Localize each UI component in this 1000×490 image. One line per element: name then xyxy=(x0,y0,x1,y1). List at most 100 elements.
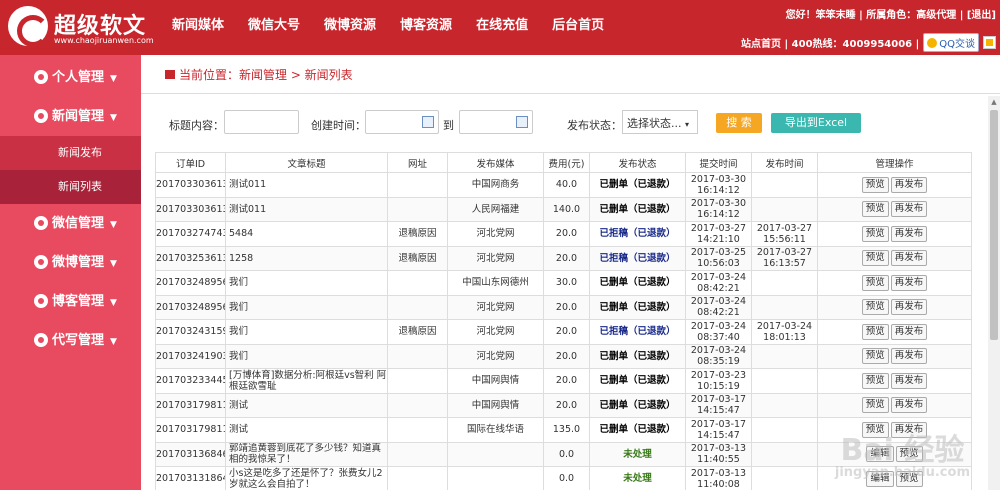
apps-icon[interactable] xyxy=(983,36,996,49)
cell-url[interactable] xyxy=(387,417,448,443)
export-excel-button[interactable]: 导出到Excel xyxy=(771,113,861,133)
cell-status: 已拒稿（已退款） xyxy=(589,245,686,271)
sidebar-item-news[interactable]: 新闻管理 ▼ xyxy=(0,97,141,136)
time-filter-label: 创建时间： xyxy=(311,119,366,132)
cell-submit-time: 2017-03-25 10:56:03 xyxy=(685,245,752,271)
preview-button[interactable]: 预览 xyxy=(861,225,889,242)
calendar-icon[interactable] xyxy=(516,116,528,128)
cell-title: 我们 xyxy=(225,343,388,369)
cell-url[interactable] xyxy=(387,466,448,490)
cell-title: 5484 xyxy=(225,221,388,247)
sidebar-item-weibo[interactable]: 微博管理 ▼ xyxy=(0,243,141,282)
col-header-submit-time[interactable]: 提交时间 xyxy=(685,152,752,173)
caret-down-icon: ▼ xyxy=(110,259,117,269)
scroll-thumb[interactable] xyxy=(990,110,998,340)
sidebar-sub-news-list[interactable]: 新闻列表 xyxy=(0,170,141,204)
search-button[interactable]: 搜 索 xyxy=(716,113,762,133)
calendar-icon[interactable] xyxy=(422,116,434,128)
scroll-up-icon[interactable]: ▲ xyxy=(988,96,1000,108)
caret-down-icon: ▼ xyxy=(110,337,117,347)
sidebar-item-ghostwrite[interactable]: 代写管理 ▼ xyxy=(0,321,141,360)
republish-button[interactable]: 再发布 xyxy=(890,176,928,193)
brand-logo[interactable]: 超级软文 www.chaojiruanwen.com xyxy=(8,6,154,50)
sidebar-item-personal[interactable]: 个人管理 ▼ xyxy=(0,58,141,97)
cell-order-id: 2017031318648 xyxy=(155,466,226,490)
table-row: 2017032489564我们 中国山东网德州30.0 已删单（已退款） 2017-0… xyxy=(155,270,972,296)
cell-url[interactable] xyxy=(387,343,448,369)
start-date-input[interactable] xyxy=(365,110,439,134)
cell-url[interactable]: 退稿原因 xyxy=(387,245,448,271)
preview-button[interactable]: 预览 xyxy=(861,397,889,414)
nav-item-weibo[interactable]: 微博资源 xyxy=(312,0,388,55)
cell-order-id: 2017032334452 xyxy=(155,368,226,394)
cell-media: 河北党网 xyxy=(447,294,544,320)
preview-button[interactable]: 预览 xyxy=(861,323,889,340)
preview-button[interactable]: 预览 xyxy=(861,348,889,365)
header-links[interactable]: 站点首页 | 400热线：4009954006 | xyxy=(741,35,919,50)
republish-button[interactable]: 再发布 xyxy=(890,348,928,365)
status-select[interactable]: 选择状态... ▾ xyxy=(622,110,698,134)
nav-item-admin-home[interactable]: 后台首页 xyxy=(540,0,616,55)
col-header-fee[interactable]: 费用(元) xyxy=(543,152,590,173)
cell-actions: 预览 再发布 xyxy=(817,221,972,247)
republish-button[interactable]: 再发布 xyxy=(890,323,928,340)
cell-fee: 0.0 xyxy=(543,441,590,467)
vertical-scrollbar[interactable]: ▲ xyxy=(988,96,1000,490)
caret-down-icon: ▼ xyxy=(110,220,117,230)
col-header-url[interactable]: 网址 xyxy=(387,152,448,173)
table-header-row: 订单ID 文章标题 网址 发布媒体 费用(元) 发布状态 提交时间 发布时间 管… xyxy=(155,152,972,173)
preview-button[interactable]: 预览 xyxy=(861,372,889,389)
sidebar-sub-news-publish[interactable]: 新闻发布 xyxy=(0,136,141,170)
republish-button[interactable]: 再发布 xyxy=(890,372,928,389)
cell-title: 我们 xyxy=(225,319,388,345)
republish-button[interactable]: 再发布 xyxy=(890,299,928,316)
cell-order-id: 2017032489564 xyxy=(155,270,226,296)
title-filter-input[interactable] xyxy=(224,110,299,134)
nav-item-recharge[interactable]: 在线充值 xyxy=(464,0,540,55)
end-date-input[interactable] xyxy=(459,110,533,134)
cell-actions: 预览 再发布 xyxy=(817,245,972,271)
nav-item-wechat[interactable]: 微信大号 xyxy=(236,0,312,55)
cell-url[interactable]: 退稿原因 xyxy=(387,221,448,247)
sidebar-item-blog[interactable]: 博客管理 ▼ xyxy=(0,282,141,321)
cell-fee: 20.0 xyxy=(543,319,590,345)
qq-chat-button[interactable]: QQ交谈 xyxy=(923,33,979,52)
cell-url[interactable] xyxy=(387,294,448,320)
status-badge: 已拒稿（已退款） xyxy=(599,252,676,264)
cell-url[interactable] xyxy=(387,270,448,296)
col-header-media[interactable]: 发布媒体 xyxy=(447,152,544,173)
cell-url[interactable] xyxy=(387,368,448,394)
nav-item-blog[interactable]: 博客资源 xyxy=(388,0,464,55)
user-greeting[interactable]: 您好！笨笨末睡 | 所属角色：高级代理 | [退出] xyxy=(741,6,996,21)
col-header-publish-time[interactable]: 发布时间 xyxy=(751,152,818,173)
republish-button[interactable]: 再发布 xyxy=(890,225,928,242)
table-row: 20170327474365484退稿原因河北党网20.0 已拒稿（已退款） 201… xyxy=(155,221,972,247)
sidebar-item-wechat[interactable]: 微信管理 ▼ xyxy=(0,204,141,243)
col-header-title[interactable]: 文章标题 xyxy=(225,152,388,173)
preview-button[interactable]: 预览 xyxy=(861,176,889,193)
preview-button[interactable]: 预览 xyxy=(861,201,889,218)
col-header-actions[interactable]: 管理操作 xyxy=(817,152,972,173)
table-row: 2017032334452[万博体育]数据分析:阿根廷vs智利 阿根廷欲雪耻 中国… xyxy=(155,368,972,394)
republish-button[interactable]: 再发布 xyxy=(890,397,928,414)
table-row: 2017032431594我们退稿原因河北党网20.0 已拒稿（已退款） 2017-… xyxy=(155,319,972,345)
cell-url[interactable] xyxy=(387,172,448,198)
cell-fee: 20.0 xyxy=(543,245,590,271)
cell-url[interactable] xyxy=(387,392,448,418)
republish-button[interactable]: 再发布 xyxy=(890,250,928,267)
cell-url[interactable]: 退稿原因 xyxy=(387,319,448,345)
nav-item-news-media[interactable]: 新闻媒体 xyxy=(160,0,236,55)
cell-submit-time: 2017-03-30 16:14:12 xyxy=(685,172,752,198)
republish-button[interactable]: 再发布 xyxy=(890,274,928,291)
col-header-status[interactable]: 发布状态 xyxy=(589,152,686,173)
republish-button[interactable]: 再发布 xyxy=(890,201,928,218)
pen-icon xyxy=(34,333,48,347)
cell-url[interactable] xyxy=(387,441,448,467)
cell-media: 河北党网 xyxy=(447,319,544,345)
cell-actions: 预览 再发布 xyxy=(817,294,972,320)
preview-button[interactable]: 预览 xyxy=(861,299,889,316)
col-header-order-id[interactable]: 订单ID xyxy=(155,152,226,173)
preview-button[interactable]: 预览 xyxy=(861,250,889,267)
preview-button[interactable]: 预览 xyxy=(861,274,889,291)
cell-url[interactable] xyxy=(387,196,448,222)
